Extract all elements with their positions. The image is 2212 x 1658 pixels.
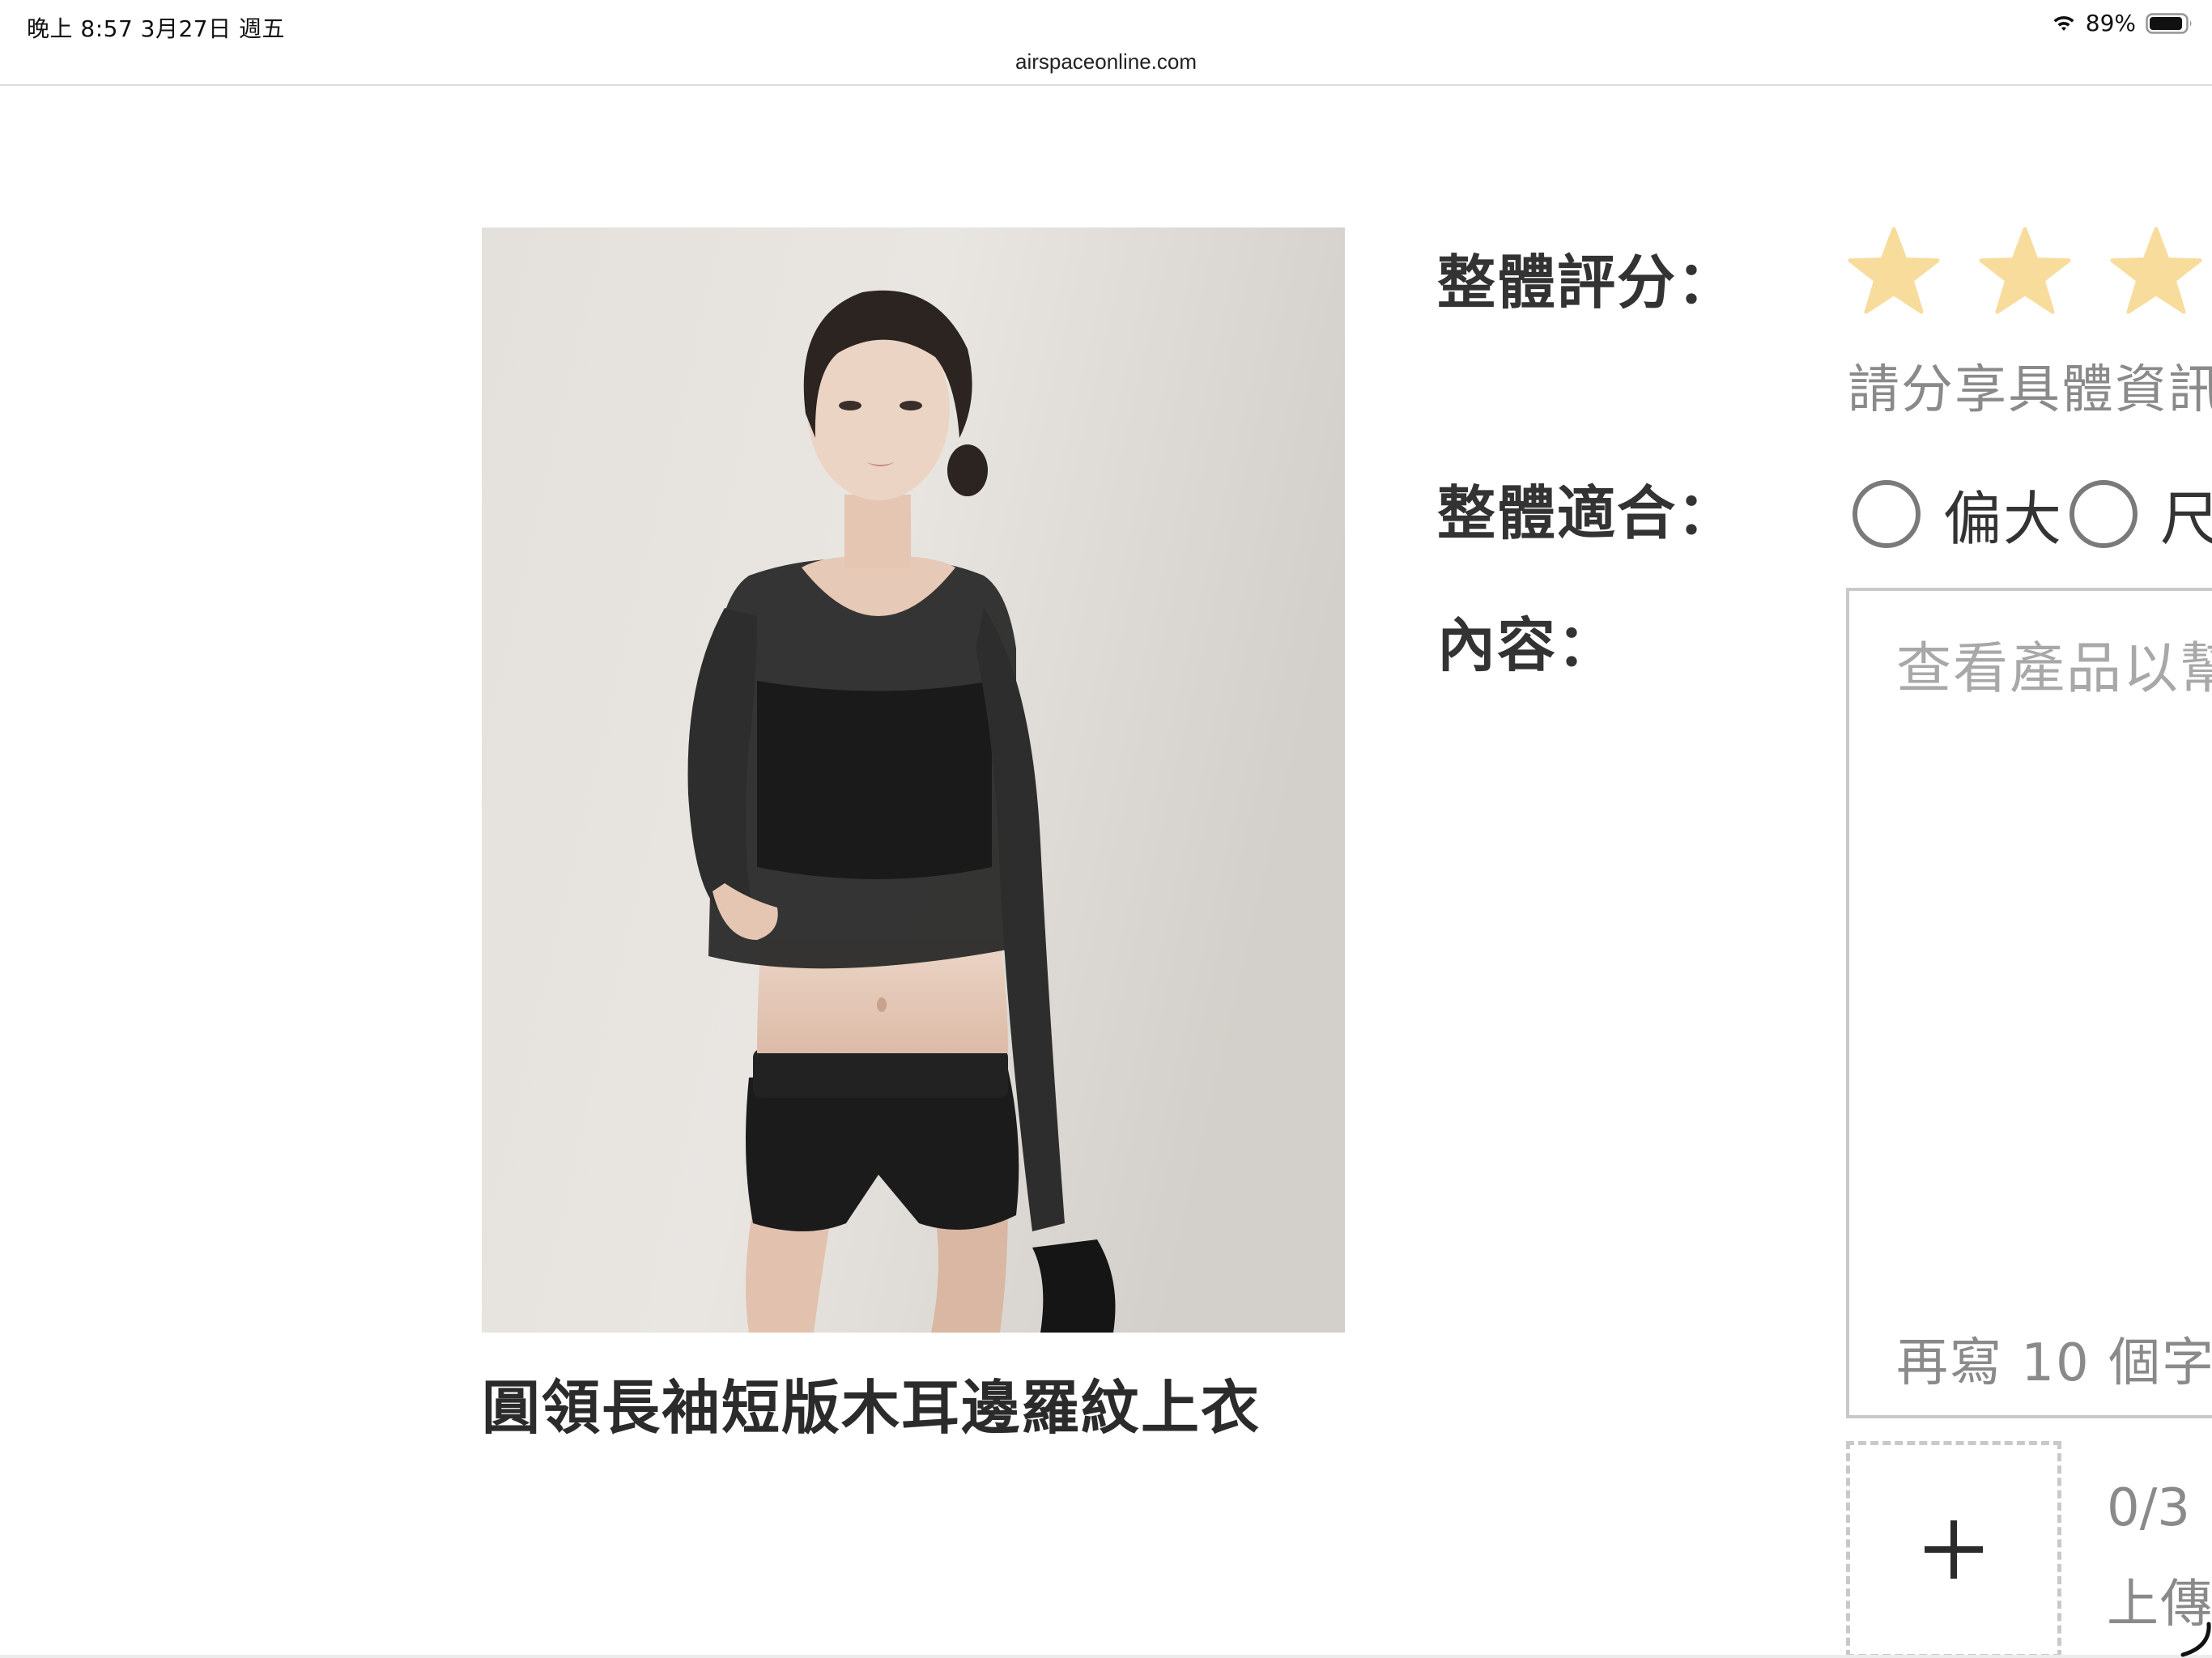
content-textarea[interactable]: 查看產品以幫 再寫 10 個字 <box>1846 588 2212 1418</box>
product-photo <box>482 227 1345 1333</box>
battery-percent: 89% <box>2085 10 2136 36</box>
star-icon[interactable] <box>2108 225 2204 316</box>
fit-radio-true-size[interactable] <box>2069 479 2138 548</box>
status-indicators: 89% <box>2052 10 2194 36</box>
url-bar[interactable]: airspaceonline.com <box>0 45 2212 84</box>
status-time: 晚上 8:57 3月27日 週五 <box>27 15 286 42</box>
url-divider <box>0 84 2212 86</box>
fit-radio-large[interactable] <box>1853 479 1921 548</box>
content-label: 內容： <box>1437 611 1618 679</box>
content-char-counter: 再寫 10 個字 <box>1896 1333 2212 1393</box>
star-rating[interactable] <box>1846 225 2204 316</box>
fit-option-label[interactable]: 偏大 <box>1943 471 2063 556</box>
rating-label: 整體評分： <box>1437 249 1738 317</box>
fit-label: 整體適合： <box>1437 479 1738 547</box>
upload-photo-button[interactable] <box>1846 1441 2061 1658</box>
rating-hint: 請分享具體資訊 <box>1848 360 2212 420</box>
bottom-divider <box>0 1655 2212 1658</box>
url-text[interactable]: airspaceonline.com <box>1015 49 1197 74</box>
model-illustration <box>482 227 1345 1333</box>
fit-options: 偏大 尺 <box>1853 471 2212 556</box>
content-placeholder: 查看產品以幫 <box>1896 637 2212 701</box>
plus-icon <box>1925 1520 1983 1579</box>
product-title: 圓領長袖短版木耳邊羅紋上衣 <box>482 1374 1261 1442</box>
resize-handle-icon[interactable] <box>2178 1619 2212 1658</box>
star-icon[interactable] <box>1977 225 2073 316</box>
fit-option-label[interactable]: 尺 <box>2160 471 2212 556</box>
upload-count: 0/3 <box>2107 1478 2190 1538</box>
wifi-icon <box>2053 15 2074 31</box>
battery-icon <box>2146 12 2192 34</box>
star-icon[interactable] <box>1846 225 1942 316</box>
